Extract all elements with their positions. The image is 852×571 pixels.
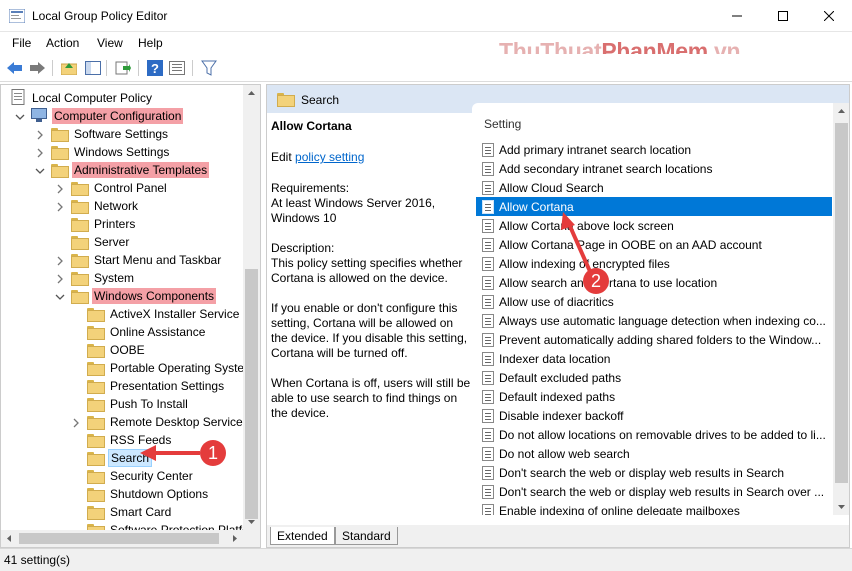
step-badge-2: 2	[583, 268, 609, 294]
annotation-arrows	[140, 212, 594, 461]
step-badge-1: 1	[200, 440, 226, 466]
